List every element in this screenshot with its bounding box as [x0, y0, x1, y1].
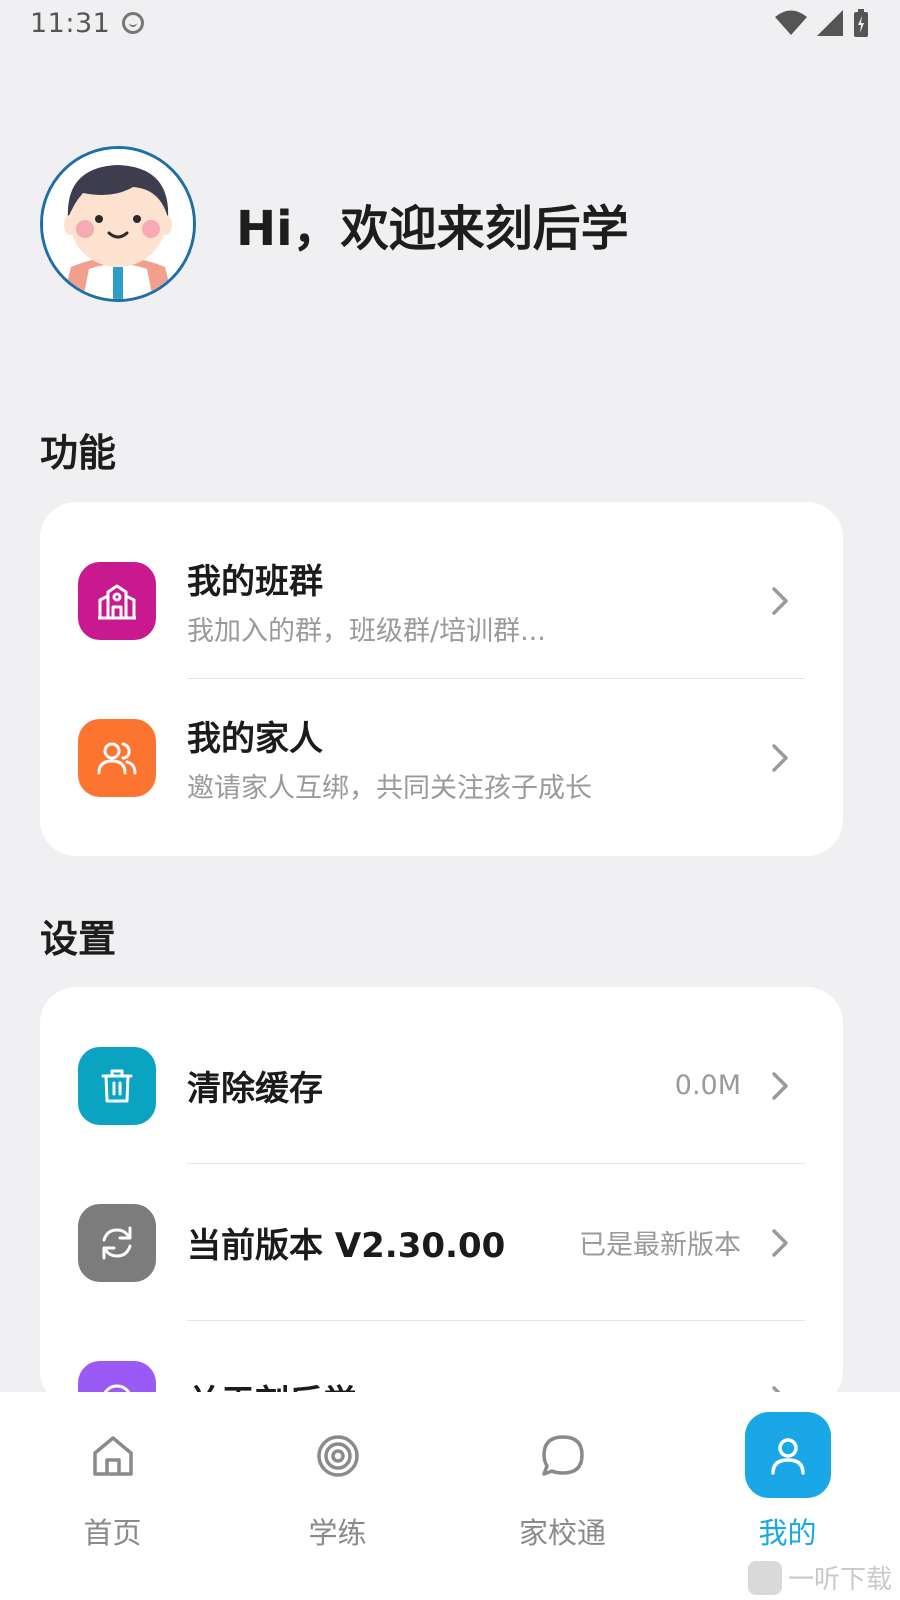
chevron-right-icon	[772, 586, 788, 615]
cache-size-value: 0.0M	[674, 1070, 741, 1101]
greeting-title: Hi，欢迎来刻后学	[236, 201, 629, 257]
wifi-icon	[775, 10, 807, 35]
profile-header: Hi，欢迎来刻后学	[40, 146, 629, 302]
tab-practice[interactable]: 学练	[225, 1392, 450, 1600]
section-title-features: 功能	[40, 431, 117, 475]
row-subtitle: 我加入的群，班级群/培训群...	[187, 615, 546, 647]
row-current-version[interactable]: 当前版本 V2.30.00 已是最新版本	[40, 1164, 843, 1321]
status-time: 11:31	[30, 7, 111, 39]
notification-cat-icon	[122, 12, 145, 34]
chevron-right-icon	[772, 743, 788, 772]
features-card: 我的班群 我加入的群，班级群/培训群... 我的家人 邀请家人互绑，共同关注孩子…	[40, 502, 843, 856]
row-my-class-group[interactable]: 我的班群 我加入的群，班级群/培训群...	[40, 522, 843, 679]
tab-label: 学练	[308, 1516, 367, 1550]
tab-home[interactable]: 首页	[0, 1392, 225, 1600]
watermark-logo-icon	[747, 1560, 782, 1595]
chevron-right-icon	[772, 1228, 788, 1257]
watermark: 一听下载	[747, 1559, 892, 1596]
chevron-right-icon	[772, 1071, 788, 1100]
chat-icon	[533, 1426, 593, 1486]
tab-label: 我的	[758, 1516, 817, 1550]
avatar[interactable]	[40, 146, 196, 302]
row-subtitle: 邀请家人互绑，共同关注孩子成长	[187, 772, 592, 804]
section-title-settings: 设置	[40, 917, 117, 961]
refresh-icon	[78, 1203, 156, 1282]
user-icon	[744, 1412, 831, 1498]
trash-icon	[78, 1046, 156, 1125]
row-clear-cache[interactable]: 清除缓存 0.0M	[40, 1007, 843, 1164]
status-bar: 11:31	[0, 0, 900, 46]
row-title: 清除缓存	[187, 1069, 323, 1109]
tab-label: 家校通	[518, 1516, 606, 1550]
tab-label: 首页	[83, 1516, 142, 1550]
target-icon	[308, 1426, 368, 1486]
signal-icon	[817, 10, 843, 36]
row-my-family[interactable]: 我的家人 邀请家人互绑，共同关注孩子成长	[40, 679, 843, 836]
version-status-value: 已是最新版本	[579, 1230, 741, 1261]
status-icons	[774, 8, 870, 38]
row-title: 我的家人	[187, 718, 323, 759]
battery-icon	[854, 9, 868, 37]
home-icon	[83, 1426, 143, 1486]
row-title: 我的班群	[187, 561, 323, 602]
tab-home-school[interactable]: 家校通	[450, 1392, 675, 1600]
settings-card: 清除缓存 0.0M 当前版本 V2.30.00 已是最新版本 关于刻后学	[40, 987, 843, 1407]
school-building-icon	[78, 561, 156, 640]
row-title: 当前版本 V2.30.00	[187, 1226, 506, 1266]
family-icon	[78, 718, 156, 797]
watermark-text: 一听下载	[787, 1565, 892, 1595]
cartoon-avatar-icon	[43, 149, 193, 299]
